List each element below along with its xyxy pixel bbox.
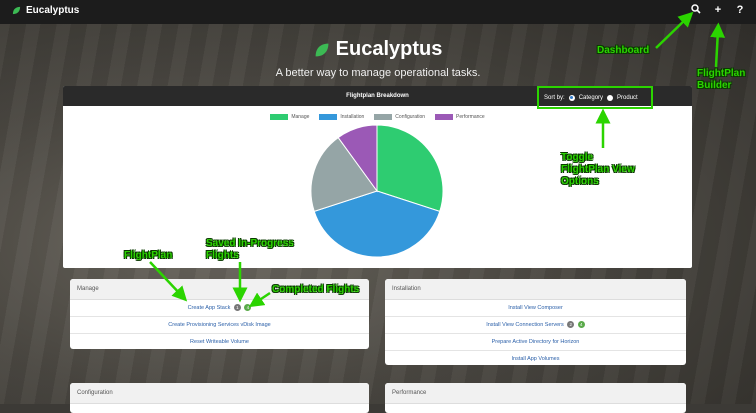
flightplan-create-app-stack[interactable]: Create App Stack 1 4 xyxy=(70,300,369,317)
chart-legend: Manage Installation Configuration Performan… xyxy=(63,114,692,120)
leaf-icon xyxy=(315,43,329,56)
search-icon[interactable] xyxy=(690,4,702,17)
item-label: Install App Volumes xyxy=(511,356,560,362)
saved-badge[interactable]: 2 xyxy=(567,321,575,329)
radio-product[interactable] xyxy=(607,94,614,101)
hero-subtitle: A better way to manage operational tasks… xyxy=(275,67,481,79)
legend-item-installation[interactable]: Installation xyxy=(319,114,364,120)
radio-category[interactable] xyxy=(568,94,575,101)
card-configuration: Configuration xyxy=(70,383,369,413)
completed-badge[interactable]: 4 xyxy=(577,321,585,329)
flightplan-install-app-volumes[interactable]: Install App Volumes xyxy=(385,351,686,367)
app-title: Eucalyptus xyxy=(26,5,80,16)
callout-flightplan: FlightPlan xyxy=(124,250,173,261)
item-label: Reset Writeable Volume xyxy=(190,339,249,345)
add-icon[interactable]: + xyxy=(712,4,724,17)
legend-item-manage[interactable]: Manage xyxy=(270,114,309,120)
callout-flightplan-builder: FlightPlan Builder xyxy=(697,68,746,91)
help-icon[interactable]: ? xyxy=(734,4,746,17)
top-navbar: Eucalyptus + ? xyxy=(0,0,756,24)
legend-label: Configuration xyxy=(395,114,426,120)
card-title: Configuration xyxy=(70,383,369,404)
brand[interactable]: Eucalyptus xyxy=(12,5,79,16)
legend-swatch xyxy=(435,114,454,120)
callout-saved-flights: Saved In-Progress Flights xyxy=(206,238,294,261)
legend-swatch xyxy=(374,114,393,120)
legend-label: Installation xyxy=(340,114,365,120)
sort-option-product[interactable]: Product xyxy=(617,95,638,101)
flightplan-prepare-ad-horizon[interactable]: Prepare Active Directory for Horizon xyxy=(385,334,686,351)
callout-dashboard: Dashboard xyxy=(597,45,650,56)
sort-by-control: Sort by: Category Product xyxy=(537,86,653,109)
card-installation: Installation Install View Composer Insta… xyxy=(385,279,686,365)
flightplan-reset-writeable-volume[interactable]: Reset Writeable Volume xyxy=(70,334,369,350)
flightplan-install-view-composer[interactable]: Install View Composer xyxy=(385,300,686,317)
callout-toggle-view: Toggle FlightPlan View Options xyxy=(561,152,635,187)
sort-option-category[interactable]: Category xyxy=(579,95,603,101)
hero-title: Eucalyptus xyxy=(335,38,443,60)
flightplan-create-pvs-vdisk[interactable]: Create Provisioning Services vDisk Image xyxy=(70,317,369,334)
item-label: Create Provisioning Services vDisk Image xyxy=(168,322,271,328)
item-label: Install View Connection Servers xyxy=(486,322,564,328)
item-label: Install View Composer xyxy=(508,305,563,311)
card-performance: Performance xyxy=(385,383,686,413)
card-title: Performance xyxy=(385,383,686,404)
legend-item-performance[interactable]: Performance xyxy=(435,114,485,120)
callout-completed-flights: Completed Flights xyxy=(272,284,360,295)
saved-badge[interactable]: 1 xyxy=(233,304,241,312)
leaf-icon xyxy=(12,6,21,15)
sort-label: Sort by: xyxy=(544,94,565,101)
legend-item-configuration[interactable]: Configuration xyxy=(374,114,425,120)
item-label: Prepare Active Directory for Horizon xyxy=(491,339,580,345)
legend-swatch xyxy=(319,114,338,120)
legend-label: Performance xyxy=(456,114,485,120)
card-title: Installation xyxy=(385,279,686,300)
flightplan-install-view-connection-servers[interactable]: Install View Connection Servers 2 4 xyxy=(385,317,686,334)
legend-label: Manage xyxy=(291,114,310,120)
legend-swatch xyxy=(270,114,289,120)
completed-badge[interactable]: 4 xyxy=(244,304,252,312)
item-label: Create App Stack xyxy=(187,305,231,311)
pie-chart xyxy=(310,124,444,258)
